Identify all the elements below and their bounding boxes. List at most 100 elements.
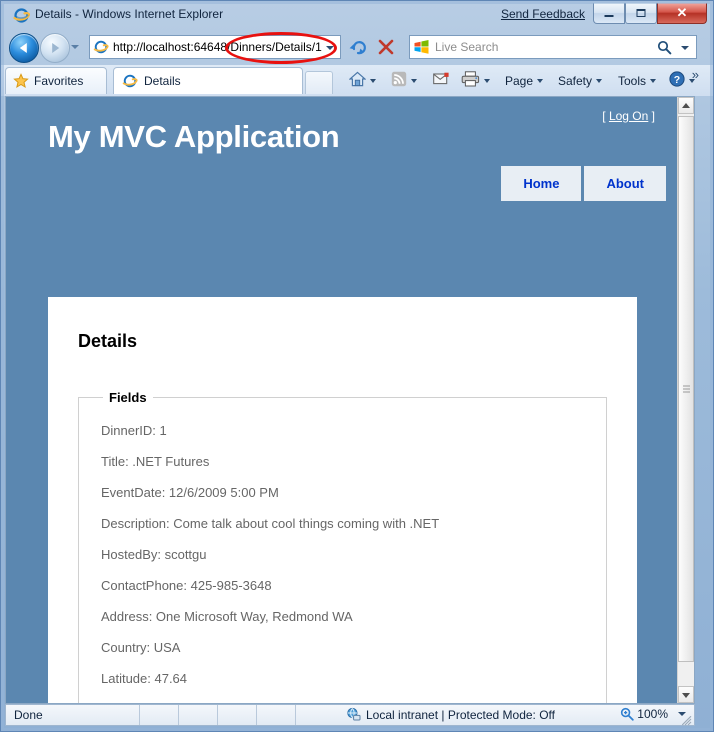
close-icon: ✕: [676, 5, 688, 20]
address-chevron-down-icon[interactable]: [326, 46, 334, 50]
send-feedback-link[interactable]: Send Feedback: [501, 7, 585, 21]
print-button[interactable]: [461, 70, 490, 91]
chevron-up-icon: [682, 102, 690, 108]
page-viewport: [ Log On ] My MVC Application Home About…: [5, 96, 695, 704]
page-content: Details Fields DinnerID: 1 Title: .NET F…: [48, 297, 637, 703]
status-separators: [138, 705, 334, 725]
tab-favicon-icon: [122, 73, 138, 89]
title-bar: Details - Windows Internet Explorer Send…: [5, 3, 709, 29]
windows-logo-icon: [414, 40, 429, 54]
search-chevron-down-icon[interactable]: [681, 46, 689, 50]
recent-pages-chevron-down-icon[interactable]: [71, 45, 79, 49]
stop-button[interactable]: [375, 37, 397, 57]
window-controls: ✕: [593, 3, 707, 24]
field-longitude: Longitude: -122.13: [101, 694, 584, 703]
zoom-control[interactable]: 100%: [620, 707, 686, 721]
search-placeholder-text: Live Search: [435, 40, 499, 54]
home-button[interactable]: [348, 70, 376, 91]
feeds-button[interactable]: [391, 70, 417, 91]
tools-chevron-down-icon[interactable]: [650, 78, 657, 83]
field-latitude: Latitude: 47.64: [101, 671, 188, 686]
minimize-icon: [604, 15, 614, 17]
search-box[interactable]: Live Search: [409, 35, 697, 59]
safety-chevron-down-icon[interactable]: [596, 78, 603, 83]
tools-menu-label: Tools: [618, 73, 647, 88]
page-favicon-icon: [93, 39, 109, 55]
new-tab-button[interactable]: [305, 71, 333, 94]
search-icon[interactable]: [657, 40, 672, 55]
field-dinnerid: DinnerID: 1: [101, 423, 167, 438]
nav-item-home[interactable]: Home: [501, 166, 582, 201]
mail-icon: [433, 72, 450, 89]
favorites-button[interactable]: Favorites: [5, 67, 107, 94]
rss-feed-icon: [391, 71, 407, 90]
close-button[interactable]: ✕: [657, 3, 707, 24]
scrollbar-grip-icon: [683, 385, 690, 393]
home-chevron-down-icon[interactable]: [370, 78, 376, 83]
field-address: Address: One Microsoft Way, Redmond WA: [101, 609, 353, 624]
favorites-label: Favorites: [34, 74, 84, 88]
address-url-text: http://localhost:64648/Dinners/Details/1: [113, 40, 322, 54]
browser-tab-details[interactable]: Details: [113, 67, 303, 94]
page-vertical-scrollbar[interactable]: [677, 97, 694, 703]
page-menu-label: Page: [505, 73, 534, 88]
feeds-chevron-down-icon[interactable]: [411, 78, 417, 83]
resize-grip-icon[interactable]: [681, 713, 692, 726]
page-chevron-down-icon[interactable]: [537, 78, 544, 83]
page-menu-button[interactable]: Page: [505, 70, 544, 91]
chevron-down-icon: [682, 692, 690, 698]
back-button[interactable]: [9, 33, 39, 63]
maximize-icon: [636, 9, 646, 17]
safety-menu-button[interactable]: Safety: [558, 70, 603, 91]
tab-label: Details: [144, 74, 181, 88]
field-hostedby: HostedBy: scottgu: [101, 547, 207, 562]
logon-bracket-open: [: [602, 109, 606, 123]
home-icon: [348, 71, 367, 90]
address-bar[interactable]: http://localhost:64648/Dinners/Details/1: [89, 35, 341, 59]
logon-area: [ Log On ]: [602, 109, 655, 123]
forward-button[interactable]: [40, 33, 70, 63]
field-description: Description: Come talk about cool things…: [101, 516, 440, 531]
zoom-icon: [620, 707, 634, 721]
security-zone-text: Local intranet | Protected Mode: Off: [366, 707, 555, 722]
field-title: Title: .NET Futures: [101, 454, 210, 469]
tab-bar: Favorites Details Page Safety Tools ? »: [1, 65, 713, 96]
read-mail-button[interactable]: [433, 70, 450, 91]
security-zone[interactable]: Local intranet | Protected Mode: Off: [346, 707, 555, 722]
logon-bracket-close: ]: [651, 109, 655, 123]
more-commands-icon[interactable]: »: [692, 67, 699, 82]
forward-arrow-icon: [52, 43, 60, 53]
logon-link[interactable]: Log On: [609, 109, 648, 123]
scrollbar-thumb[interactable]: [678, 116, 694, 662]
scroll-up-button[interactable]: [678, 97, 694, 114]
web-page: [ Log On ] My MVC Application Home About…: [6, 97, 679, 703]
nav-item-about[interactable]: About: [584, 166, 666, 201]
status-text: Done: [14, 708, 43, 722]
svg-text:?: ?: [674, 74, 680, 86]
maximize-button[interactable]: [625, 3, 657, 24]
local-intranet-icon: [346, 707, 361, 722]
safety-menu-label: Safety: [558, 73, 593, 88]
back-arrow-icon: [19, 43, 27, 53]
page-title: Details: [78, 331, 138, 351]
command-bar: Page Safety Tools ? »: [343, 65, 713, 96]
site-title: My MVC Application: [48, 119, 340, 154]
status-bar: Done Local intranet | Protected Mode: Of…: [5, 704, 695, 726]
tools-menu-button[interactable]: Tools: [618, 70, 657, 91]
minimize-button[interactable]: [593, 3, 625, 24]
field-country: Country: USA: [101, 640, 181, 655]
print-chevron-down-icon[interactable]: [484, 78, 490, 83]
fields-fieldset: Fields DinnerID: 1 Title: .NET Futures E…: [78, 390, 607, 703]
site-nav-menu: Home About: [501, 166, 666, 201]
scroll-down-button[interactable]: [678, 686, 694, 703]
print-icon: [461, 71, 480, 90]
star-icon: [13, 73, 29, 89]
help-icon: ?: [669, 71, 685, 90]
internet-explorer-icon: [13, 7, 31, 24]
refresh-button[interactable]: [348, 37, 370, 57]
browser-window: Details - Windows Internet Explorer Send…: [0, 0, 714, 732]
field-contactphone: ContactPhone: 425-985-3648: [101, 578, 272, 593]
site-header: [ Log On ] My MVC Application Home About: [6, 97, 679, 203]
window-title: Details - Windows Internet Explorer: [35, 7, 224, 21]
field-eventdate: EventDate: 12/6/2009 5:00 PM: [101, 485, 279, 500]
